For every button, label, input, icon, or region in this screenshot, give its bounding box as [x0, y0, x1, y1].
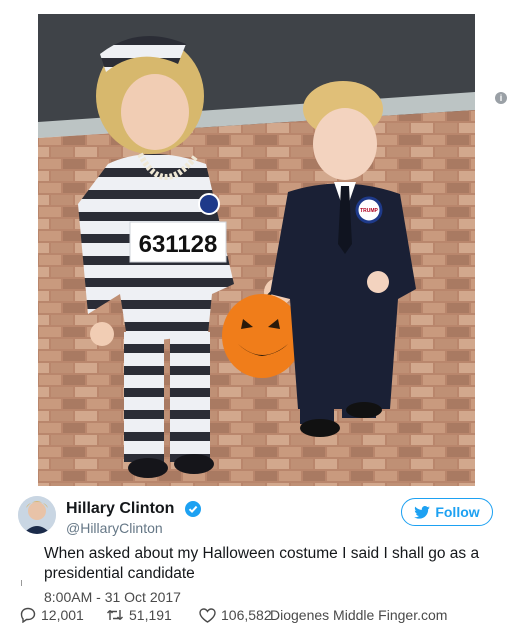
retweet-stat[interactable]: 51,191: [106, 607, 172, 623]
like-count: 106,582: [221, 607, 272, 623]
display-name[interactable]: Hillary Clinton: [66, 500, 174, 518]
watermark-credit: Diogenes Middle Finger.com: [270, 607, 448, 623]
reply-icon: [20, 607, 36, 623]
like-stat[interactable]: 106,582: [199, 607, 272, 623]
reply-stat[interactable]: 12,001: [20, 607, 84, 623]
tweet-timestamp[interactable]: 8:00AM - 31 Oct 2017: [44, 589, 181, 605]
verified-icon: [185, 501, 201, 517]
avatar[interactable]: [18, 496, 56, 534]
tweet-photo[interactable]: 631128 TRUMP: [38, 14, 475, 486]
reply-count: 12,001: [41, 607, 84, 623]
info-icon[interactable]: i: [495, 92, 507, 104]
tweet-text: When asked about my Halloween costume I …: [44, 545, 480, 582]
follow-button[interactable]: Follow: [401, 498, 493, 526]
retweet-icon: [107, 610, 123, 620]
twitter-bird-icon: [414, 505, 431, 519]
campaign-button-text: TRUMP: [360, 208, 378, 214]
divider-tick: [21, 580, 22, 586]
prisoner-badge-number: 631128: [139, 231, 218, 258]
retweet-count: 51,191: [129, 607, 172, 623]
user-handle[interactable]: @HillaryClinton: [66, 520, 163, 536]
like-icon: [199, 607, 216, 623]
follow-label: Follow: [435, 504, 480, 520]
